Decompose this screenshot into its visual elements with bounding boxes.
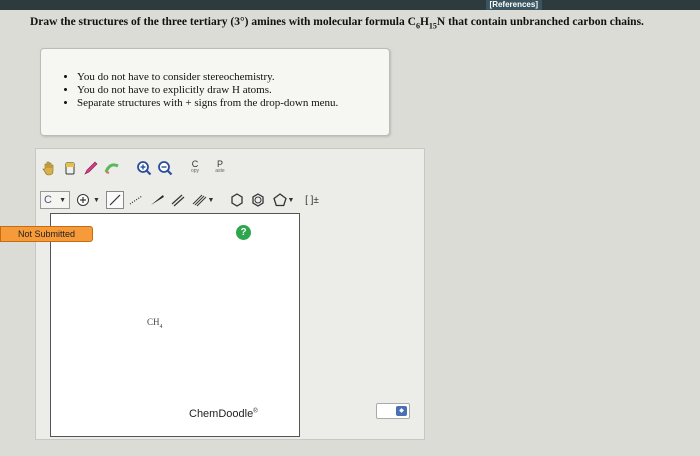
eraser-icon[interactable]: [61, 159, 79, 177]
dropdown-arrow-icon: ▼: [93, 196, 100, 204]
charge-select[interactable]: ▼: [73, 191, 103, 209]
hint-item: You do not have to explicitly draw H ato…: [77, 84, 389, 97]
wedge-bond-icon[interactable]: [148, 191, 166, 209]
paste-button[interactable]: P aste: [209, 160, 231, 175]
status-badge: Not Submitted: [0, 226, 93, 242]
chemdoodle-editor: C opy P aste C ▼ ▼ ▼ ▼ []± CH4 ChemDood…: [35, 148, 425, 440]
dropdown-arrow-icon: ◆: [396, 406, 407, 416]
hint-item: Separate structures with + signs from th…: [77, 97, 389, 110]
drawing-canvas[interactable]: CH4 ChemDoodle®: [50, 213, 300, 437]
toolbar-row-2: C ▼ ▼ ▼ ▼ []±: [40, 191, 325, 209]
zoom-out-icon[interactable]: [156, 159, 174, 177]
zoom-in-icon[interactable]: [135, 159, 153, 177]
help-button[interactable]: ?: [236, 225, 251, 240]
question-text: Draw the structures of the three tertiar…: [30, 16, 644, 31]
bracket-button[interactable]: [ ]±: [299, 191, 325, 209]
molecule-label: CH4: [147, 317, 163, 330]
dropdown-arrow-icon: ▼: [59, 196, 66, 204]
chemdoodle-brand: ChemDoodle®: [189, 408, 258, 420]
element-select[interactable]: C ▼: [40, 191, 70, 209]
separator-select[interactable]: ◆: [376, 403, 410, 419]
single-bond-icon[interactable]: [106, 191, 124, 209]
hint-box: You do not have to consider stereochemis…: [40, 48, 390, 136]
pencil-icon[interactable]: [82, 159, 100, 177]
double-bond-icon[interactable]: [169, 191, 187, 209]
benzene-icon[interactable]: [249, 191, 267, 209]
toolbar-row-1: C opy P aste: [40, 159, 231, 177]
pentagon-icon[interactable]: ▼: [270, 191, 296, 209]
bond-pencil-icon[interactable]: [103, 159, 121, 177]
hint-item: You do not have to consider stereochemis…: [77, 71, 389, 84]
dropdown-arrow-icon: ▼: [287, 196, 295, 204]
charge-plus-icon: [77, 194, 90, 206]
top-bar: [References]: [0, 0, 700, 10]
dropdown-arrow-icon: ▼: [207, 196, 215, 204]
hint-list: You do not have to consider stereochemis…: [41, 71, 389, 110]
copy-button[interactable]: C opy: [184, 160, 206, 175]
hand-icon[interactable]: [40, 159, 58, 177]
references-link[interactable]: [References]: [485, 0, 542, 10]
dashed-bond-icon[interactable]: [127, 191, 145, 209]
hexagon-icon[interactable]: [228, 191, 246, 209]
triple-bond-icon[interactable]: ▼: [190, 191, 216, 209]
